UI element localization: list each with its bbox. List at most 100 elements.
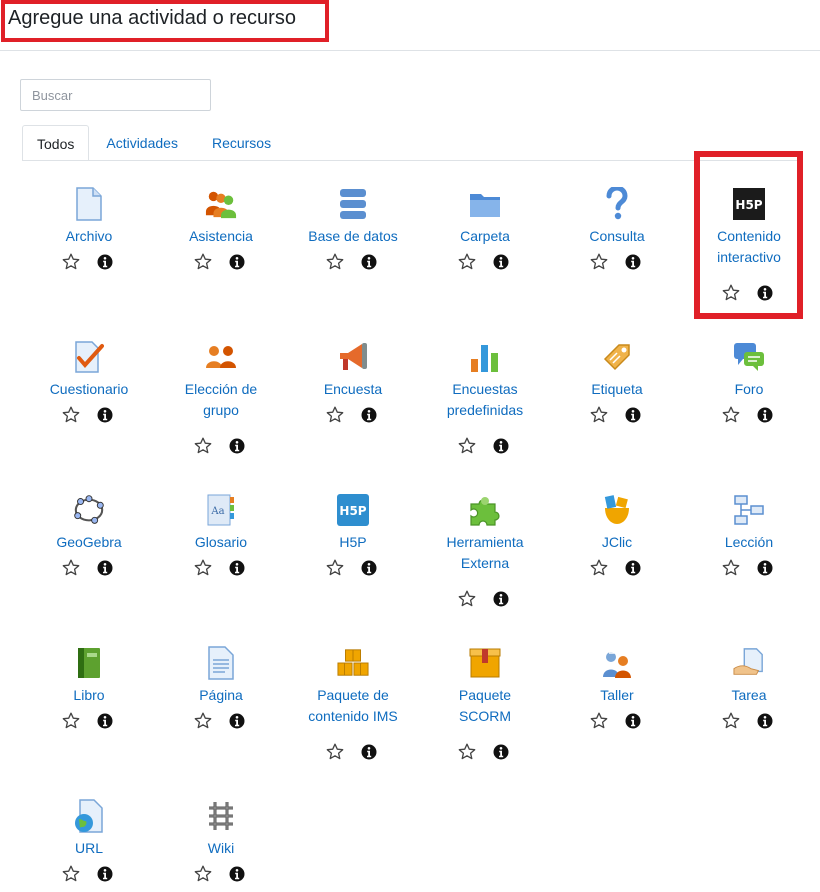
star-icon[interactable] (721, 283, 741, 303)
label-tag-icon[interactable] (601, 340, 633, 374)
puzzle-icon[interactable] (469, 493, 501, 527)
module-label[interactable]: Tarea (683, 685, 815, 706)
star-icon[interactable] (193, 864, 213, 884)
info-icon[interactable] (625, 560, 641, 576)
glossary-icon[interactable]: Aa (205, 493, 237, 527)
star-icon[interactable] (61, 558, 81, 578)
megaphone-icon[interactable] (337, 340, 369, 374)
info-icon[interactable] (493, 591, 509, 607)
info-icon[interactable] (361, 254, 377, 270)
module-label[interactable]: Encuesta (287, 379, 419, 400)
folder-icon[interactable] (469, 187, 501, 221)
info-icon[interactable] (97, 254, 113, 270)
forum-icon[interactable] (733, 340, 765, 374)
database-icon[interactable] (337, 187, 369, 221)
info-icon[interactable] (625, 713, 641, 729)
module-label[interactable]: Archivo (23, 226, 155, 247)
star-icon[interactable] (589, 405, 609, 425)
info-icon[interactable] (229, 438, 245, 454)
info-icon[interactable] (493, 438, 509, 454)
tab-todos[interactable]: Todos (22, 125, 90, 161)
star-icon[interactable] (721, 405, 741, 425)
info-icon[interactable] (97, 560, 113, 576)
module-label[interactable]: GeoGebra (23, 532, 155, 553)
info-icon[interactable] (757, 713, 773, 729)
star-icon[interactable] (721, 711, 741, 731)
info-icon[interactable] (493, 744, 509, 760)
info-icon[interactable] (625, 254, 641, 270)
module-label[interactable]: Glosario (155, 532, 287, 553)
info-icon[interactable] (625, 407, 641, 423)
page-icon[interactable] (205, 646, 237, 680)
star-icon[interactable] (457, 252, 477, 272)
module-label[interactable]: Encuestas predefinidas (419, 379, 551, 421)
module-label[interactable]: Libro (23, 685, 155, 706)
module-label[interactable]: Carpeta (419, 226, 551, 247)
module-label[interactable]: Taller (551, 685, 683, 706)
info-icon[interactable] (757, 285, 773, 301)
star-icon[interactable] (589, 252, 609, 272)
info-icon[interactable] (229, 560, 245, 576)
star-icon[interactable] (193, 436, 213, 456)
info-icon[interactable] (757, 407, 773, 423)
star-icon[interactable] (325, 558, 345, 578)
star-icon[interactable] (193, 711, 213, 731)
star-icon[interactable] (61, 864, 81, 884)
star-icon[interactable] (457, 589, 477, 609)
lesson-icon[interactable] (733, 493, 765, 527)
module-label[interactable]: Asistencia (155, 226, 287, 247)
star-icon[interactable] (457, 436, 477, 456)
star-icon[interactable] (325, 742, 345, 762)
module-label[interactable]: URL (23, 838, 155, 859)
bar-chart-icon[interactable] (469, 340, 501, 374)
workshop-icon[interactable] (601, 646, 633, 680)
module-label[interactable]: Paquete SCORM (419, 685, 551, 727)
module-label[interactable]: Paquete de contenido IMS (287, 685, 419, 727)
info-icon[interactable] (493, 254, 509, 270)
book-icon[interactable] (73, 646, 105, 680)
info-icon[interactable] (97, 407, 113, 423)
info-icon[interactable] (361, 407, 377, 423)
wiki-icon[interactable] (205, 799, 237, 833)
h5p-blue-icon[interactable]: H5P (337, 493, 369, 527)
jclic-icon[interactable] (601, 493, 633, 527)
h5p-dark-icon[interactable]: H5P (733, 187, 765, 221)
module-label[interactable]: Etiqueta (551, 379, 683, 400)
file-icon[interactable] (73, 187, 105, 221)
star-icon[interactable] (325, 252, 345, 272)
info-icon[interactable] (229, 866, 245, 882)
module-label[interactable]: Elección de grupo (155, 379, 287, 421)
search-input[interactable] (20, 79, 211, 111)
tab-actividades[interactable]: Actividades (89, 125, 195, 161)
module-label[interactable]: Herramienta Externa (419, 532, 551, 574)
info-icon[interactable] (229, 713, 245, 729)
module-label[interactable]: Contenido interactivo (683, 226, 815, 268)
star-icon[interactable] (589, 711, 609, 731)
module-label[interactable]: Cuestionario (23, 379, 155, 400)
star-icon[interactable] (457, 742, 477, 762)
module-label[interactable]: Base de datos (287, 226, 419, 247)
info-icon[interactable] (361, 560, 377, 576)
tab-recursos[interactable]: Recursos (195, 125, 288, 161)
ims-package-icon[interactable] (337, 646, 369, 680)
module-label[interactable]: H5P (287, 532, 419, 553)
star-icon[interactable] (589, 558, 609, 578)
question-icon[interactable] (601, 187, 633, 221)
info-icon[interactable] (97, 713, 113, 729)
module-label[interactable]: Foro (683, 379, 815, 400)
module-label[interactable]: Lección (683, 532, 815, 553)
info-icon[interactable] (757, 560, 773, 576)
info-icon[interactable] (361, 744, 377, 760)
quiz-icon[interactable] (73, 340, 105, 374)
star-icon[interactable] (193, 252, 213, 272)
info-icon[interactable] (97, 866, 113, 882)
star-icon[interactable] (61, 405, 81, 425)
module-label[interactable]: JClic (551, 532, 683, 553)
star-icon[interactable] (61, 252, 81, 272)
star-icon[interactable] (325, 405, 345, 425)
attendance-icon[interactable] (205, 187, 237, 221)
module-label[interactable]: Página (155, 685, 287, 706)
scorm-package-icon[interactable] (469, 646, 501, 680)
star-icon[interactable] (193, 558, 213, 578)
star-icon[interactable] (721, 558, 741, 578)
